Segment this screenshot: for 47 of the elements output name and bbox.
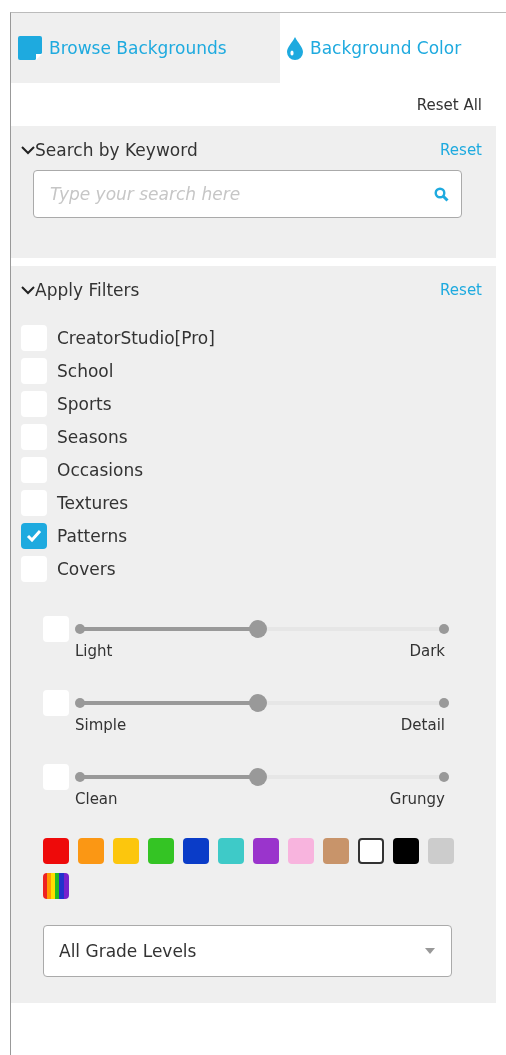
checkbox-label[interactable]: Occasions (57, 459, 144, 480)
slider-max-label: Dark (409, 642, 445, 660)
color-swatch[interactable] (183, 838, 209, 864)
slider-max-label: Grungy (389, 790, 445, 808)
checkbox-label[interactable]: Seasons (57, 426, 128, 447)
color-swatch[interactable] (288, 838, 314, 864)
section-title[interactable]: Search by Keyword (35, 140, 198, 160)
slider-max-label: Detail (400, 716, 445, 734)
search-field[interactable]: Type your search here (48, 183, 434, 205)
slider-min-label: Simple (75, 716, 127, 734)
color-swatch[interactable] (358, 838, 384, 864)
slider-thumb[interactable] (249, 768, 268, 786)
rainbow-swatch[interactable] (43, 873, 69, 899)
checkbox[interactable] (21, 522, 47, 549)
search-icon[interactable] (434, 186, 449, 202)
slider-end-dot[interactable] (439, 698, 449, 708)
reset-all-link[interactable]: Reset All (416, 95, 482, 114)
color-swatch[interactable] (78, 838, 104, 864)
color-swatch[interactable] (393, 838, 419, 864)
search-box[interactable]: Type your search here (33, 170, 462, 218)
color-swatch[interactable] (253, 838, 279, 864)
image-icon (17, 35, 43, 61)
section-title[interactable]: Apply Filters (35, 280, 140, 300)
chevron-down-icon[interactable] (21, 285, 35, 295)
checkbox-label[interactable]: Patterns (57, 525, 128, 546)
grade-level-dropdown[interactable]: All Grade Levels (43, 925, 452, 977)
checkbox-label[interactable]: CreatorStudio[Pro] (57, 327, 215, 348)
slider-min-label: Light (75, 642, 113, 660)
checkbox-label[interactable]: Covers (57, 558, 116, 579)
chevron-down-icon[interactable] (21, 145, 35, 155)
slider-end-dot[interactable] (439, 624, 449, 634)
color-swatch[interactable] (323, 838, 349, 864)
color-swatch[interactable] (113, 838, 139, 864)
dropdown-caret-icon (425, 948, 435, 954)
checkbox-label[interactable]: Textures (57, 492, 129, 513)
check-icon (26, 529, 42, 542)
color-swatch[interactable] (218, 838, 244, 864)
checkbox-label[interactable]: Sports (57, 393, 112, 414)
slider-thumb[interactable] (249, 694, 268, 712)
slider-thumb[interactable] (249, 620, 268, 638)
slider-min-label: Clean (75, 790, 118, 808)
color-swatch[interactable] (428, 838, 454, 864)
color-swatch[interactable] (43, 838, 69, 864)
slider-end-dot[interactable] (439, 772, 449, 782)
checkbox-label[interactable]: School (57, 360, 114, 381)
color-swatch[interactable] (148, 838, 174, 864)
drop-icon (286, 36, 304, 60)
